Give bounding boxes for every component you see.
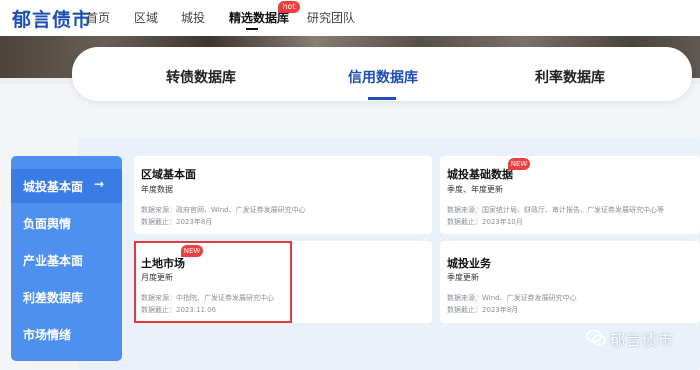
watermark-text: 郁言债市 — [610, 331, 675, 349]
card-region-fundamentals[interactable]: 区域基本面 年度数据 数据来源：政府官网、Wind、广发证券发展研究中心 数据截… — [134, 156, 432, 234]
category-sidebar: 城投基本面 → 负面舆情 产业基本面 利差数据库 市场情绪 — [11, 156, 122, 361]
nav-region[interactable]: 区域 — [134, 9, 158, 26]
card-data-cutoff: 数据截止：2023年8月 — [447, 306, 519, 314]
card-update-frequency: 季度、年度更新 — [447, 185, 503, 194]
new-badge: NEW — [508, 158, 530, 170]
card-update-frequency: 季度更新 — [447, 273, 479, 282]
nav-lgfv[interactable]: 城投 — [181, 9, 205, 26]
card-lgfv-basic-data[interactable]: 城投基础数据 季度、年度更新 数据来源：国家统计局、财政厅、审计报告、广发证券发… — [440, 156, 700, 234]
hot-badge: hot — [278, 1, 300, 13]
sidebar-item-spread-db[interactable]: 利差数据库 — [11, 280, 122, 314]
nav-research-team[interactable]: 研究团队 — [307, 9, 355, 26]
site-logo[interactable]: 郁言债市 — [12, 5, 92, 32]
sidebar-item-lgfv-fundamentals[interactable]: 城投基本面 → — [11, 169, 122, 203]
database-tabs: 转债数据库 信用数据库 利率数据库 — [72, 47, 692, 101]
tab-credit-db[interactable]: 信用数据库 — [348, 67, 418, 87]
tab-convertible-bond-db[interactable]: 转债数据库 — [166, 67, 236, 87]
sidebar-item-label: 利差数据库 — [23, 291, 84, 305]
card-title: 城投基础数据 — [447, 168, 513, 181]
card-data-source: 数据来源：Wind、广发证券发展研究中心 — [447, 294, 577, 302]
sidebar-item-industry-fundamentals[interactable]: 产业基本面 — [11, 243, 122, 277]
sidebar-item-negative-news[interactable]: 负面舆情 — [11, 206, 122, 240]
sidebar-item-label: 城投基本面 — [23, 180, 84, 194]
nav-active-underline — [246, 28, 258, 30]
card-data-source: 数据来源：国家统计局、财政厅、审计报告、广发证券发展研究中心等 — [447, 206, 664, 214]
card-title: 城投业务 — [447, 257, 491, 270]
card-data-cutoff: 数据截止：2023年8月 — [141, 218, 213, 226]
card-data-cutoff: 数据截止：2023年10月 — [447, 218, 523, 226]
card-title: 区域基本面 — [141, 168, 196, 181]
card-update-frequency: 年度数据 — [141, 185, 173, 194]
card-lgfv-business[interactable]: 城投业务 季度更新 数据来源：Wind、广发证券发展研究中心 数据截止：2023… — [440, 241, 700, 323]
sidebar-item-label: 负面舆情 — [23, 217, 72, 231]
tab-active-underline — [368, 97, 396, 100]
card-data-source: 数据来源：政府官网、Wind、广发证券发展研究中心 — [141, 206, 306, 214]
sidebar-item-label: 市场情绪 — [23, 328, 72, 342]
arrow-right-icon: → — [94, 177, 105, 191]
sidebar-item-label: 产业基本面 — [23, 254, 84, 268]
nav-home[interactable]: 首页 — [86, 9, 110, 26]
wechat-icon — [586, 329, 606, 346]
top-navigation: 郁言债市 首页 区域 城投 精选数据库 hot 研究团队 — [0, 0, 700, 36]
sidebar-item-market-sentiment[interactable]: 市场情绪 — [11, 317, 122, 351]
tab-interest-rate-db[interactable]: 利率数据库 — [535, 67, 605, 87]
highlight-box — [134, 241, 292, 323]
